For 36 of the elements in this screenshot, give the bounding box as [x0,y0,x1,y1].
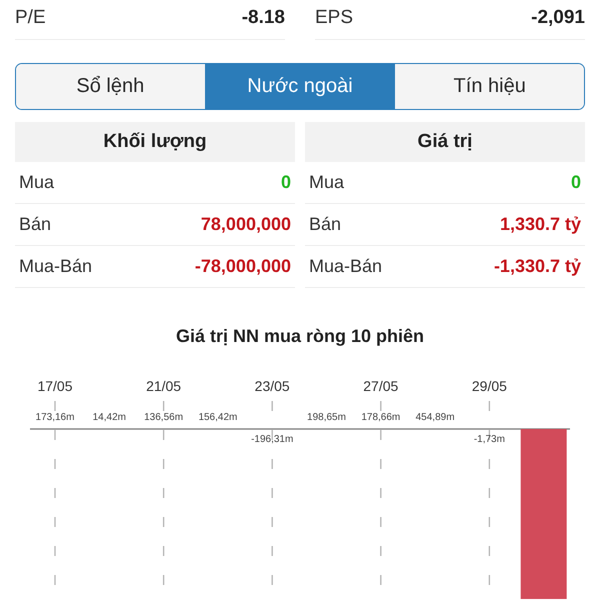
data-label: 136,56m [144,412,184,423]
chart-title: Giá trị NN mua ròng 10 phiên [176,325,424,347]
data-label: 178,66m [361,412,400,423]
row-value: 0 [570,172,581,193]
row-label: Bán [19,214,52,235]
row-label: Bán [309,214,342,235]
table-header: Giá trị [305,122,585,162]
tab[interactable]: Tín hiệu [394,64,584,109]
data-label: 454,89m [416,412,455,423]
x-axis-label: 23/05 [254,378,290,394]
data-label: -196,31m [251,434,294,445]
stat-label: EPS [315,7,354,29]
stat-value: -8.18 [242,7,285,29]
x-axis-label: 29/05 [472,378,507,394]
row-label: Mua-Bán [19,256,92,277]
data-label: 156,42m [198,412,238,423]
row-value: -1,330.7 tỷ [494,256,581,277]
stat-label: P/E [15,7,46,29]
tab[interactable]: Sổ lệnh [16,64,205,109]
x-axis-label: 21/05 [146,378,182,394]
x-axis-label: 17/05 [37,378,73,394]
row-value: 78,000,000 [200,214,291,235]
data-label: 14,42m [92,412,126,423]
row-value: 0 [280,172,291,193]
data-label: -1,73m [474,434,505,445]
row-label: Mua [309,172,344,193]
row-label: Mua-Bán [309,256,382,277]
row-label: Mua [19,172,54,193]
x-axis-label: 27/05 [363,378,398,394]
tab[interactable]: Nước ngoài [204,64,394,109]
data-label: 173,16m [36,412,74,423]
stat-value: -2,091 [531,7,585,29]
data-label: 198,65m [307,412,346,423]
table-header: Khối lượng [15,122,295,162]
row-value: -78,000,000 [194,256,291,277]
row-value: 1,330.7 tỷ [500,214,581,235]
